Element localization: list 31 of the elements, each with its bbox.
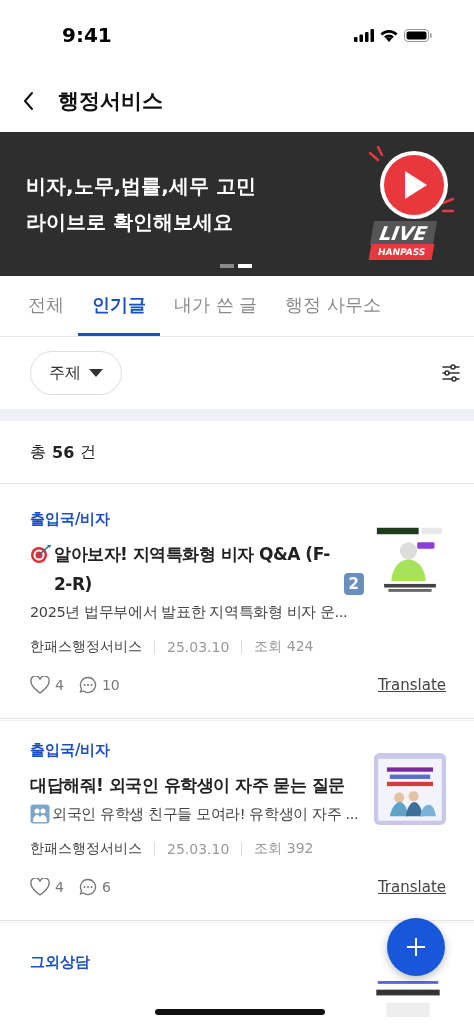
post-author: 한패스행정서비스	[30, 638, 142, 656]
view-count: 조회 392	[254, 840, 314, 858]
view-count: 조회 424	[254, 638, 314, 656]
translate-link[interactable]: Translate	[377, 676, 446, 694]
post-category[interactable]: 그외상담	[30, 953, 358, 972]
topic-filter-button[interactable]: 주제	[30, 351, 122, 395]
brand-label: HANPASS	[368, 244, 435, 260]
post-preview: 외국인 유학생 친구들 모여라! 유학생이 자주 ...	[52, 804, 359, 824]
comment-count: 10	[101, 677, 120, 693]
result-count: 총 56 건	[29, 440, 98, 464]
comment-count: 6	[101, 879, 111, 895]
post-category[interactable]: 출입국/비자	[30, 510, 364, 529]
post-preview: 2025년 법무부에서 발표한 지역특화형 비자 운...	[30, 603, 348, 622]
banner-text: 라이브로 확인해보세요	[26, 209, 234, 236]
banner[interactable]: 비자,노무,법률,세무 고민 라이브로 확인해보세요 LIVE HANPASS	[0, 132, 474, 276]
like-count: 4	[55, 677, 64, 693]
translate-link[interactable]: Translate	[377, 878, 446, 896]
post-category[interactable]: 출입국/비자	[30, 741, 364, 760]
tab[interactable]: 인기글	[78, 276, 160, 336]
banner-text: 비자,노무,법률,세무 고민	[26, 173, 256, 200]
page-title: 행정서비스	[58, 88, 163, 115]
live-label: LIVE	[369, 221, 437, 245]
post-author: 한패스행정서비스	[30, 840, 142, 858]
status-time: 9:41	[62, 23, 112, 47]
like-count: 4	[55, 879, 64, 895]
post-date: 25.03.10	[167, 841, 230, 857]
tab[interactable]: 행정 사무소	[271, 276, 396, 336]
post-date: 25.03.10	[167, 639, 230, 655]
number-badge: 2	[343, 573, 364, 595]
post-title[interactable]: 알아보자! 지역특화형 비자 Q&A (F-2-R)	[54, 539, 338, 599]
post-title[interactable]: 대답해줘! 외국인 유학생이 자주 묻는 질문	[30, 770, 345, 800]
